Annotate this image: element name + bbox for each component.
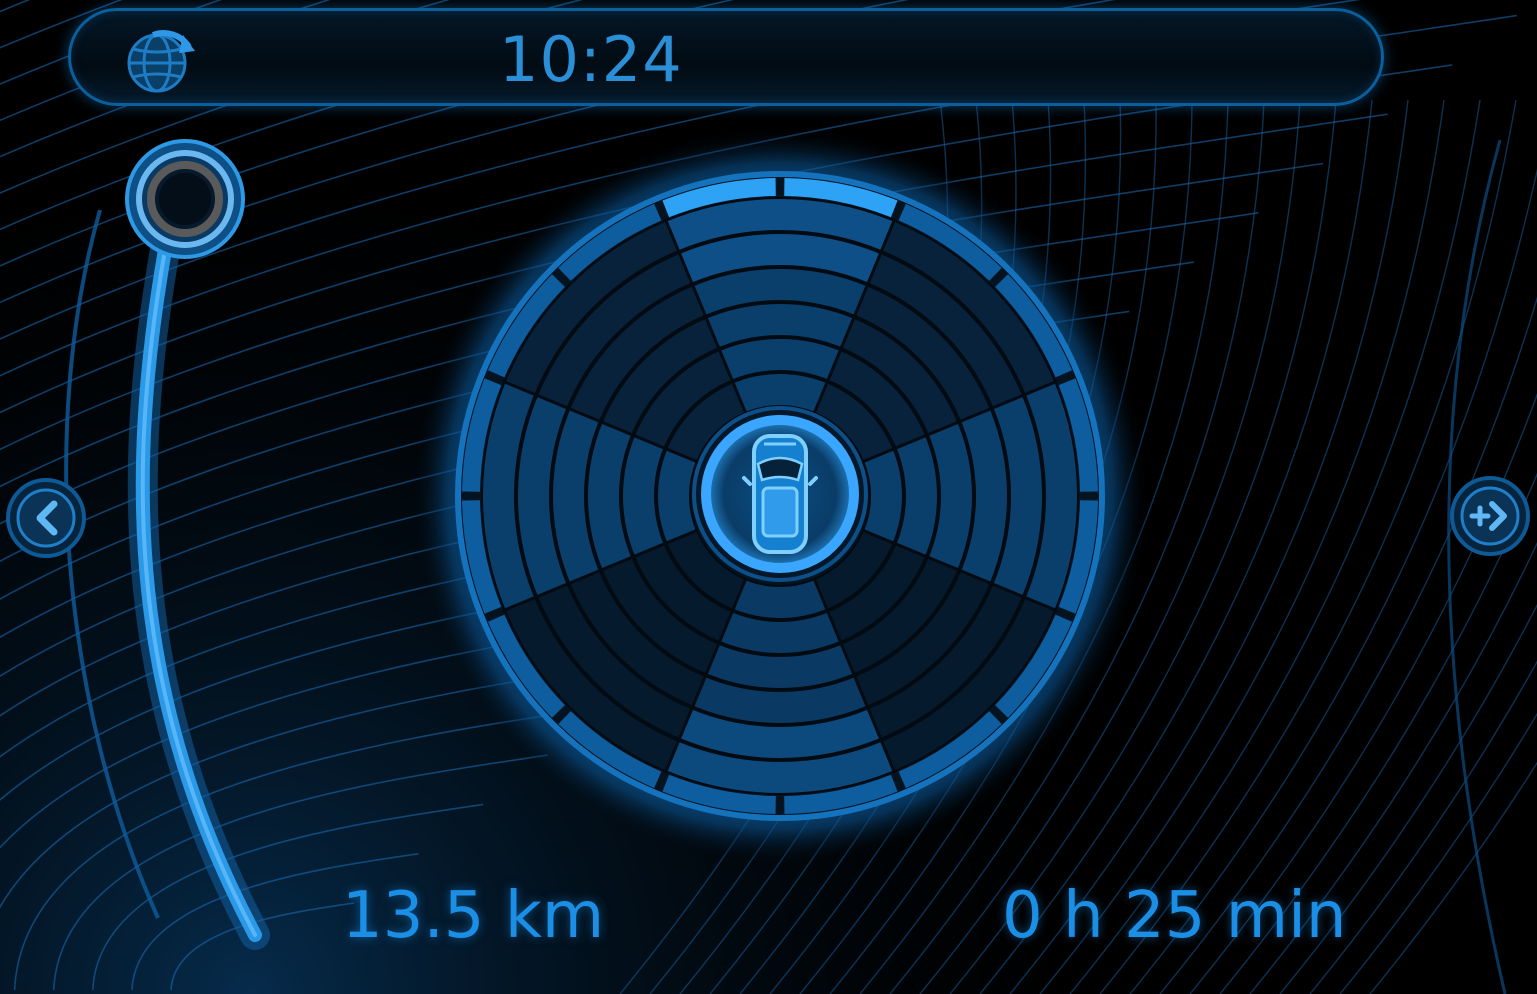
energy-radar-dial — [412, 128, 1148, 864]
clock-time: 10:24 — [499, 23, 683, 96]
globe-refresh-icon[interactable] — [123, 25, 197, 95]
range-slider-knob[interactable] — [122, 136, 248, 262]
trip-distance: 13.5 km — [342, 879, 605, 953]
status-bar: 10:24 — [68, 8, 1384, 106]
trip-duration: 0 h 25 min — [1002, 879, 1347, 953]
radar-cell — [861, 447, 904, 545]
car-topdown-icon — [742, 434, 818, 554]
radar-cell — [731, 577, 829, 620]
radar-cell — [656, 447, 699, 545]
next-button[interactable] — [1448, 474, 1532, 558]
eco-range-screen: 10:24 13.5 km 0 h 25 min — [0, 0, 1537, 994]
prev-button[interactable] — [4, 476, 88, 560]
